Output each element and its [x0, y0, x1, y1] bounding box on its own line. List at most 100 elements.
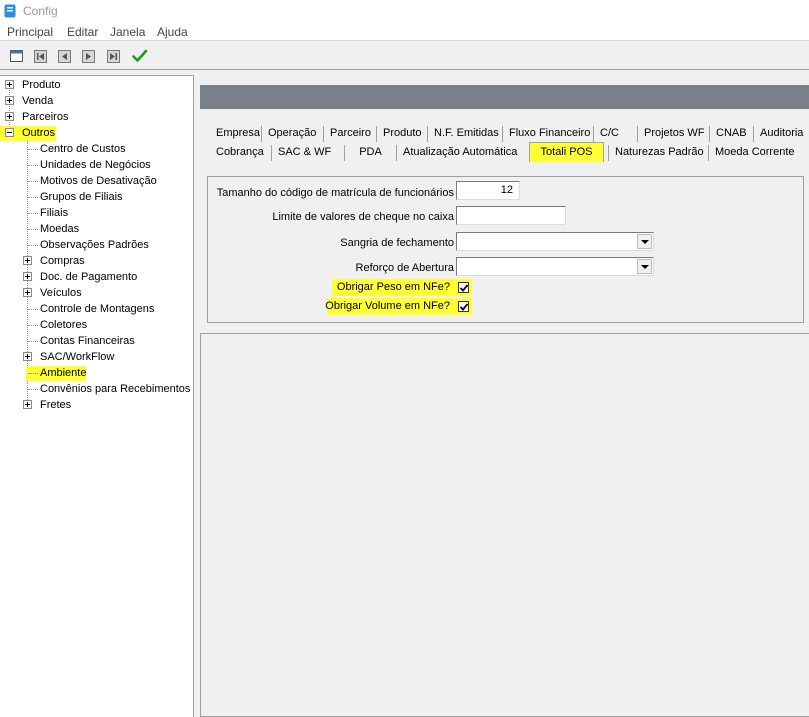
tree-item-label: Fretes	[40, 399, 72, 411]
tab-fluxo-financeiro[interactable]: Fluxo Financeiro	[502, 126, 596, 142]
main-content: Empresa Operação Parceiro Produto N.F. E…	[200, 75, 809, 717]
tree-item-motivos-de-desativacao[interactable]: Motivos de Desativação	[0, 174, 193, 189]
tree-item-label: Outros	[22, 127, 56, 139]
tree-item-label: Contas Financeiras	[40, 335, 135, 347]
expand-icon[interactable]	[23, 256, 32, 265]
matricula-size-input[interactable]: 12	[456, 181, 520, 200]
tree-item-controle-de-montagens[interactable]: Controle de Montagens	[0, 302, 193, 317]
previous-record-icon[interactable]	[56, 47, 74, 65]
sangria-select[interactable]	[456, 232, 654, 251]
tree-item-label: Parceiros	[22, 111, 69, 123]
expand-icon[interactable]	[23, 352, 32, 361]
last-record-icon[interactable]	[105, 47, 123, 65]
tree-item-venda[interactable]: Venda	[0, 94, 193, 109]
expand-icon[interactable]	[23, 272, 32, 281]
tree-item-label: Doc. de Pagamento	[40, 271, 138, 283]
check-icon	[459, 303, 469, 311]
tree-item-label: Grupos de Filiais	[40, 191, 123, 203]
tab-produto[interactable]: Produto	[376, 126, 428, 142]
tree-item-label: Motivos de Desativação	[40, 175, 157, 187]
tree-item-centro-de-custos[interactable]: Centro de Custos	[0, 142, 193, 157]
tree-item-label: Filiais	[40, 207, 69, 219]
tab-atualizacao-automatica[interactable]: Atualização Automática	[396, 145, 523, 161]
peso-checkbox[interactable]	[458, 282, 469, 293]
expand-icon[interactable]	[23, 288, 32, 297]
tree-item-grupos-de-filiais[interactable]: Grupos de Filiais	[0, 190, 193, 205]
tree-item-label: Compras	[40, 255, 85, 267]
expand-icon[interactable]	[5, 80, 14, 89]
tree-item-label: Convênios para Recebimentos c	[40, 383, 194, 395]
menu-janela[interactable]: Janela	[110, 25, 145, 39]
peso-label: Obrigar Peso em NFe?	[336, 281, 450, 293]
cheque-limit-input[interactable]	[456, 206, 566, 225]
tree-item-sac-workflow[interactable]: SAC/WorkFlow	[0, 350, 193, 365]
chevron-down-icon[interactable]	[637, 259, 652, 274]
header-bar	[200, 85, 809, 109]
tree-item-fretes[interactable]: Fretes	[0, 398, 193, 413]
next-record-icon[interactable]	[80, 47, 98, 65]
tree-item-outros[interactable]: Outros	[0, 126, 193, 141]
tree-item-ambiente[interactable]: Ambiente	[0, 366, 193, 381]
reforco-label: Reforço de Abertura	[355, 262, 454, 274]
tree-item-filiais[interactable]: Filiais	[0, 206, 193, 221]
tab-auditoria[interactable]: Auditoria	[753, 126, 809, 142]
volume-checkbox[interactable]	[458, 301, 469, 312]
tab-pda[interactable]: PDA	[344, 145, 396, 161]
tab-totali-pos[interactable]: Totali POS	[529, 142, 604, 162]
tree-item-label: Veículos	[40, 287, 82, 299]
tree-item-label: Venda	[22, 95, 54, 107]
volume-label: Obrigar Volume em NFe?	[325, 300, 450, 312]
tree-item-label: Produto	[22, 79, 61, 91]
sangria-label: Sangria de fechamento	[340, 237, 454, 249]
tree-item-produto[interactable]: Produto	[0, 78, 193, 93]
tab-moeda-corrente[interactable]: Moeda Corrente	[708, 145, 801, 161]
first-record-icon[interactable]	[32, 47, 50, 65]
tab-naturezas-padrao[interactable]: Naturezas Padrão	[608, 145, 710, 161]
cheque-limit-label: Limite de valores de cheque no caixa	[272, 211, 454, 223]
tree-item-parceiros[interactable]: Parceiros	[0, 110, 193, 125]
menu-editar[interactable]: Editar	[67, 25, 98, 39]
tree-item-convenios[interactable]: Convênios para Recebimentos c	[0, 382, 194, 397]
tab-cobranca[interactable]: Cobrança	[210, 145, 270, 161]
lower-panel	[200, 333, 809, 717]
confirm-check-icon[interactable]	[131, 47, 149, 65]
window-title: Config	[23, 4, 58, 18]
app-icon	[4, 4, 16, 18]
new-icon[interactable]	[8, 47, 26, 65]
menu-principal[interactable]: Principal	[7, 25, 53, 39]
tree-item-label: Centro de Custos	[40, 143, 126, 155]
tree-item-coletores[interactable]: Coletores	[0, 318, 193, 333]
tree-item-label: Ambiente	[40, 367, 87, 379]
tab-empresa[interactable]: Empresa	[210, 126, 266, 142]
expand-icon[interactable]	[23, 400, 32, 409]
chevron-down-icon[interactable]	[637, 234, 652, 249]
tree-item-observacoes-padroes[interactable]: Observações Padrões	[0, 238, 193, 253]
menu-bar: Principal Editar Janela Ajuda	[0, 22, 809, 41]
navigation-tree: Produto Venda Parceiros Outros Centro de…	[0, 75, 194, 717]
tree-item-label: Controle de Montagens	[40, 303, 155, 315]
expand-icon[interactable]	[5, 96, 14, 105]
tree-item-contas-financeiras[interactable]: Contas Financeiras	[0, 334, 193, 349]
tree-item-moedas[interactable]: Moedas	[0, 222, 193, 237]
tree-item-label: Coletores	[40, 319, 88, 331]
tab-cc[interactable]: C/C	[593, 126, 625, 142]
tree-item-compras[interactable]: Compras	[0, 254, 193, 269]
tab-parceiro[interactable]: Parceiro	[323, 126, 377, 142]
tree-item-veiculos[interactable]: Veículos	[0, 286, 193, 301]
tree-item-label: Unidades de Negócios	[40, 159, 151, 171]
tab-cnab[interactable]: CNAB	[709, 126, 753, 142]
tab-sac-wf[interactable]: SAC & WF	[271, 145, 337, 161]
tab-operacao[interactable]: Operação	[261, 126, 322, 142]
tab-nf-emitidas[interactable]: N.F. Emitidas	[427, 126, 505, 142]
toolbar	[0, 42, 809, 70]
reforco-select[interactable]	[456, 257, 654, 276]
tree-item-label: Observações Padrões	[40, 239, 149, 251]
tree-item-label: SAC/WorkFlow	[40, 351, 115, 363]
collapse-icon[interactable]	[5, 128, 14, 137]
matricula-label: Tamanho do código de matrícula de funcio…	[216, 187, 454, 199]
tree-item-unidades-de-negocios[interactable]: Unidades de Negócios	[0, 158, 193, 173]
expand-icon[interactable]	[5, 112, 14, 121]
tree-item-doc-de-pagamento[interactable]: Doc. de Pagamento	[0, 270, 193, 285]
menu-ajuda[interactable]: Ajuda	[157, 25, 188, 39]
tab-projetos-wf[interactable]: Projetos WF	[637, 126, 711, 142]
